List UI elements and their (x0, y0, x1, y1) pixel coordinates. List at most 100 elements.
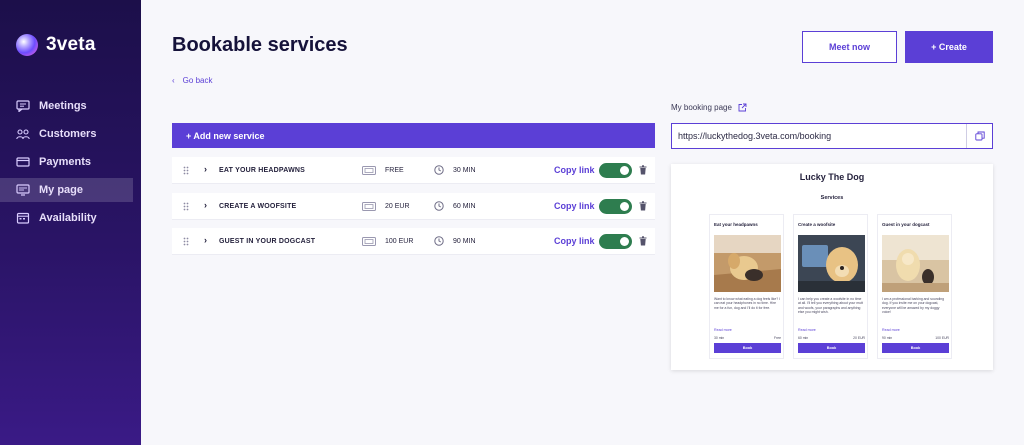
card-description: I am a professional barking and sounding… (882, 297, 945, 315)
card-title: Eat your headpawns (714, 222, 758, 227)
clock-icon (434, 236, 444, 246)
meet-now-button[interactable]: Meet now (802, 31, 897, 63)
card-meta: 60 min 20 EUR (798, 336, 865, 340)
service-duration: 60 MIN (453, 203, 476, 210)
card-price: 20 EUR (853, 336, 865, 340)
service-enabled-toggle[interactable] (599, 234, 632, 249)
copy-link-button[interactable]: Copy link (554, 201, 595, 211)
chevron-left-icon: ‹ (172, 76, 175, 85)
service-price: 100 EUR (385, 238, 414, 245)
service-name: EAT YOUR HEADPAWNS (219, 167, 306, 174)
drag-handle-icon[interactable] (183, 166, 189, 175)
main-content: Bookable services Meet now + Create ‹ Go… (141, 0, 1024, 445)
dog-photo (882, 235, 949, 292)
drag-handle-icon[interactable] (183, 202, 189, 211)
card-price: Free (774, 336, 781, 340)
service-name: GUEST IN YOUR DOGCAST (219, 238, 316, 245)
logo-text: 3veta (46, 34, 96, 55)
drag-handle-icon[interactable] (183, 237, 189, 246)
clock-icon (434, 201, 444, 211)
sidebar-item-customers[interactable]: Customers (0, 122, 141, 146)
card-description: Want to know what eating a dog feels lik… (714, 297, 781, 310)
sidebar: 3veta Meetings Customers Payments My pag… (0, 0, 141, 445)
sidebar-item-availability[interactable]: Availability (0, 206, 141, 230)
booking-url-field (671, 123, 993, 149)
card-meta: 30 min Free (714, 336, 781, 340)
card-description: I can help you create a woofsite in no t… (798, 297, 863, 315)
toggle-knob (620, 166, 629, 175)
monitor-icon (16, 184, 30, 196)
copy-link-button[interactable]: Copy link (554, 165, 595, 175)
chevron-right-icon[interactable]: › (204, 200, 207, 210)
calendar-icon (16, 212, 30, 224)
chat-icon (16, 100, 30, 112)
book-button[interactable]: Book (714, 343, 781, 353)
service-enabled-toggle[interactable] (599, 163, 632, 178)
add-new-service-button[interactable]: + Add new service (172, 123, 655, 148)
chevron-right-icon[interactable]: › (204, 235, 207, 245)
service-duration: 90 MIN (453, 238, 476, 245)
service-duration: 30 MIN (453, 167, 476, 174)
sidebar-item-label: Availability (39, 212, 97, 224)
users-icon (16, 128, 30, 140)
create-button[interactable]: + Create (905, 31, 993, 63)
service-price: FREE (385, 167, 404, 174)
service-row: › GUEST IN YOUR DOGCAST 100 EUR 90 MIN C… (172, 228, 655, 255)
service-row: › CREATE A WOOFSITE 20 EUR 60 MIN Copy l… (172, 193, 655, 220)
logo-icon (16, 34, 38, 56)
sidebar-item-label: My page (39, 184, 84, 196)
booking-page-preview: Lucky The Dog Services Eat your headpawn… (671, 164, 993, 370)
sidebar-item-label: Customers (39, 128, 97, 140)
sidebar-item-payments[interactable]: Payments (0, 150, 141, 174)
preview-subtitle: Services (820, 195, 844, 201)
price-tag-icon (362, 237, 376, 246)
card-icon (16, 156, 30, 168)
card-meta: 90 min 100 EUR (882, 336, 949, 340)
copy-icon (974, 131, 985, 141)
sidebar-item-meetings[interactable]: Meetings (0, 94, 141, 118)
toggle-knob (620, 237, 629, 246)
dog-photo (714, 235, 781, 292)
sidebar-nav: Meetings Customers Payments My page Avai… (0, 94, 141, 234)
trash-icon[interactable] (639, 236, 647, 246)
sidebar-item-my-page[interactable]: My page (0, 178, 133, 202)
dog-photo (798, 235, 865, 292)
toggle-knob (620, 202, 629, 211)
card-price: 100 EUR (935, 336, 949, 340)
chevron-right-icon[interactable]: › (204, 164, 207, 174)
book-button[interactable]: Book (882, 343, 949, 353)
price-tag-icon (362, 202, 376, 211)
card-duration: 30 min (714, 336, 725, 340)
copy-link-button[interactable]: Copy link (554, 236, 595, 246)
copy-url-button[interactable] (966, 124, 992, 148)
card-title: Guest in your dogcast (882, 222, 930, 227)
go-back-link[interactable]: ‹ Go back (172, 76, 212, 85)
booking-url-input[interactable] (672, 124, 966, 148)
go-back-label: Go back (182, 76, 213, 85)
read-more-link[interactable]: Read more (798, 328, 816, 332)
preview-title: Lucky The Dog (799, 172, 865, 182)
read-more-link[interactable]: Read more (714, 328, 732, 332)
read-more-link[interactable]: Read more (882, 328, 900, 332)
trash-icon[interactable] (639, 201, 647, 211)
clock-icon (434, 165, 444, 175)
service-enabled-toggle[interactable] (599, 199, 632, 214)
preview-service-card: Eat your headpawns Want to know what eat… (709, 214, 784, 359)
booking-page-label-text: My booking page (671, 103, 732, 112)
trash-icon[interactable] (639, 165, 647, 175)
preview-service-card: Guest in your dogcast I am a professiona… (877, 214, 952, 359)
service-name: CREATE A WOOFSITE (219, 203, 297, 210)
book-button[interactable]: Book (798, 343, 865, 353)
card-duration: 90 min (882, 336, 893, 340)
booking-page-label: My booking page (671, 103, 747, 112)
external-link-icon[interactable] (738, 103, 747, 112)
card-title: Create a woofsite (798, 222, 836, 227)
page-title: Bookable services (172, 34, 348, 56)
preview-service-card: Create a woofsite I can help you create … (793, 214, 868, 359)
logo[interactable]: 3veta (16, 34, 96, 56)
card-duration: 60 min (798, 336, 809, 340)
sidebar-item-label: Payments (39, 156, 91, 168)
service-price: 20 EUR (385, 203, 410, 210)
sidebar-item-label: Meetings (39, 100, 87, 112)
price-tag-icon (362, 166, 376, 175)
